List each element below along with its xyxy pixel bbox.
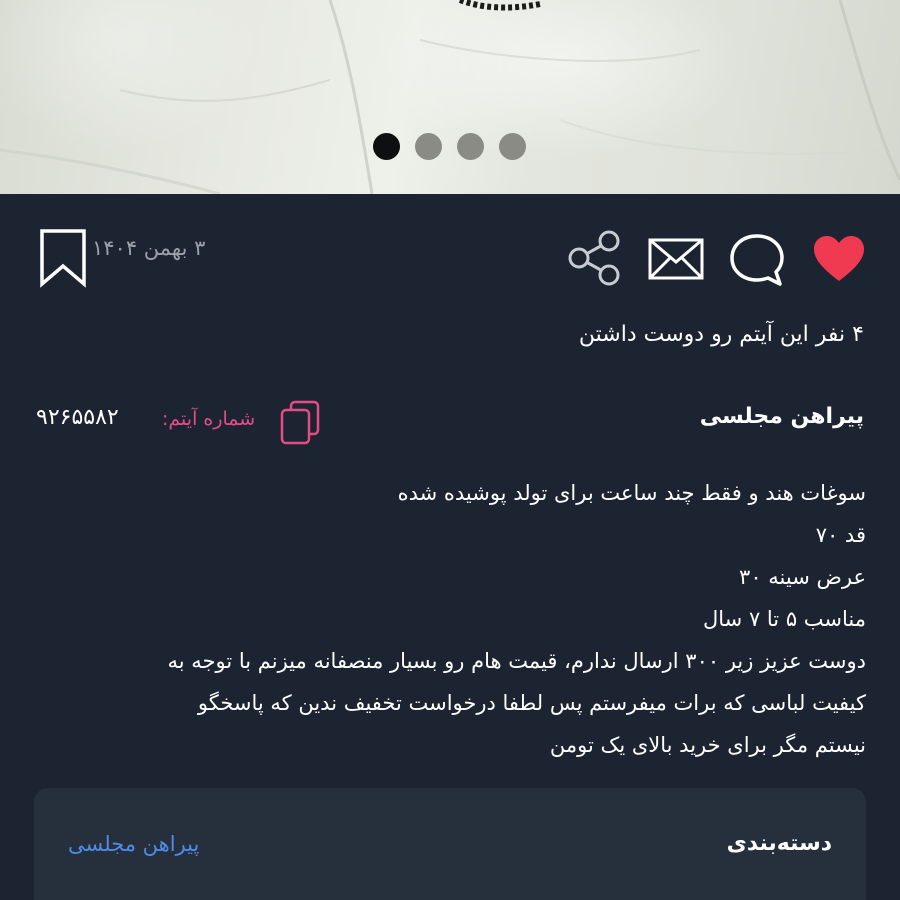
item-detail-page: ۳ بهمن ۱۴۰۴ ۴ نفر این آیتم رو دوست داشتن… (0, 0, 900, 900)
dress-fabric-image (0, 0, 900, 194)
item-number-label: شماره آیتم: (162, 408, 256, 430)
description-line: کیفیت لباسی که برات میفرستم پس لطفا درخو… (197, 691, 866, 715)
description-line: قد ۷۰ (815, 523, 866, 547)
carousel-dot-2[interactable] (415, 133, 442, 160)
copy-icon[interactable] (279, 400, 321, 450)
carousel-dot-3[interactable] (457, 133, 484, 160)
carousel-dot-1[interactable] (373, 133, 400, 160)
description-line: دوست عزیز زیر ۳۰۰ ارسال ندارم، قیمت هام … (167, 649, 866, 673)
description-line: مناسب ۵ تا ۷ سال (703, 607, 866, 631)
mail-icon[interactable] (648, 238, 704, 284)
item-photo-carousel[interactable] (0, 0, 900, 194)
bookmark-icon[interactable] (38, 228, 88, 292)
likes-count-text: ۴ نفر این آیتم رو دوست داشتن (578, 322, 864, 347)
item-title: پیراهن مجلسی (699, 404, 864, 429)
item-number[interactable]: ۹۲۶۵۵۸۲ (36, 405, 156, 430)
description-line: عرض سینه ۳۰ (739, 565, 866, 589)
category-label: دسته‌بندی (726, 831, 832, 856)
carousel-dot-4[interactable] (499, 133, 526, 160)
category-card: دسته‌بندی پیراهن مجلسی (34, 788, 866, 900)
description-line: نیستم مگر برای خرید بالای یک تومن (549, 733, 866, 757)
post-date: ۳ بهمن ۱۴۰۴ (92, 236, 206, 260)
item-description: سوغات هند و فقط چند ساعت برای تولد پوشید… (46, 472, 866, 766)
share-icon[interactable] (565, 230, 623, 290)
heart-icon[interactable] (812, 235, 866, 287)
comment-icon[interactable] (728, 232, 786, 292)
carousel-indicator (373, 133, 526, 160)
category-link[interactable]: پیراهن مجلسی (68, 832, 199, 856)
description-line: سوغات هند و فقط چند ساعت برای تولد پوشید… (397, 481, 866, 505)
